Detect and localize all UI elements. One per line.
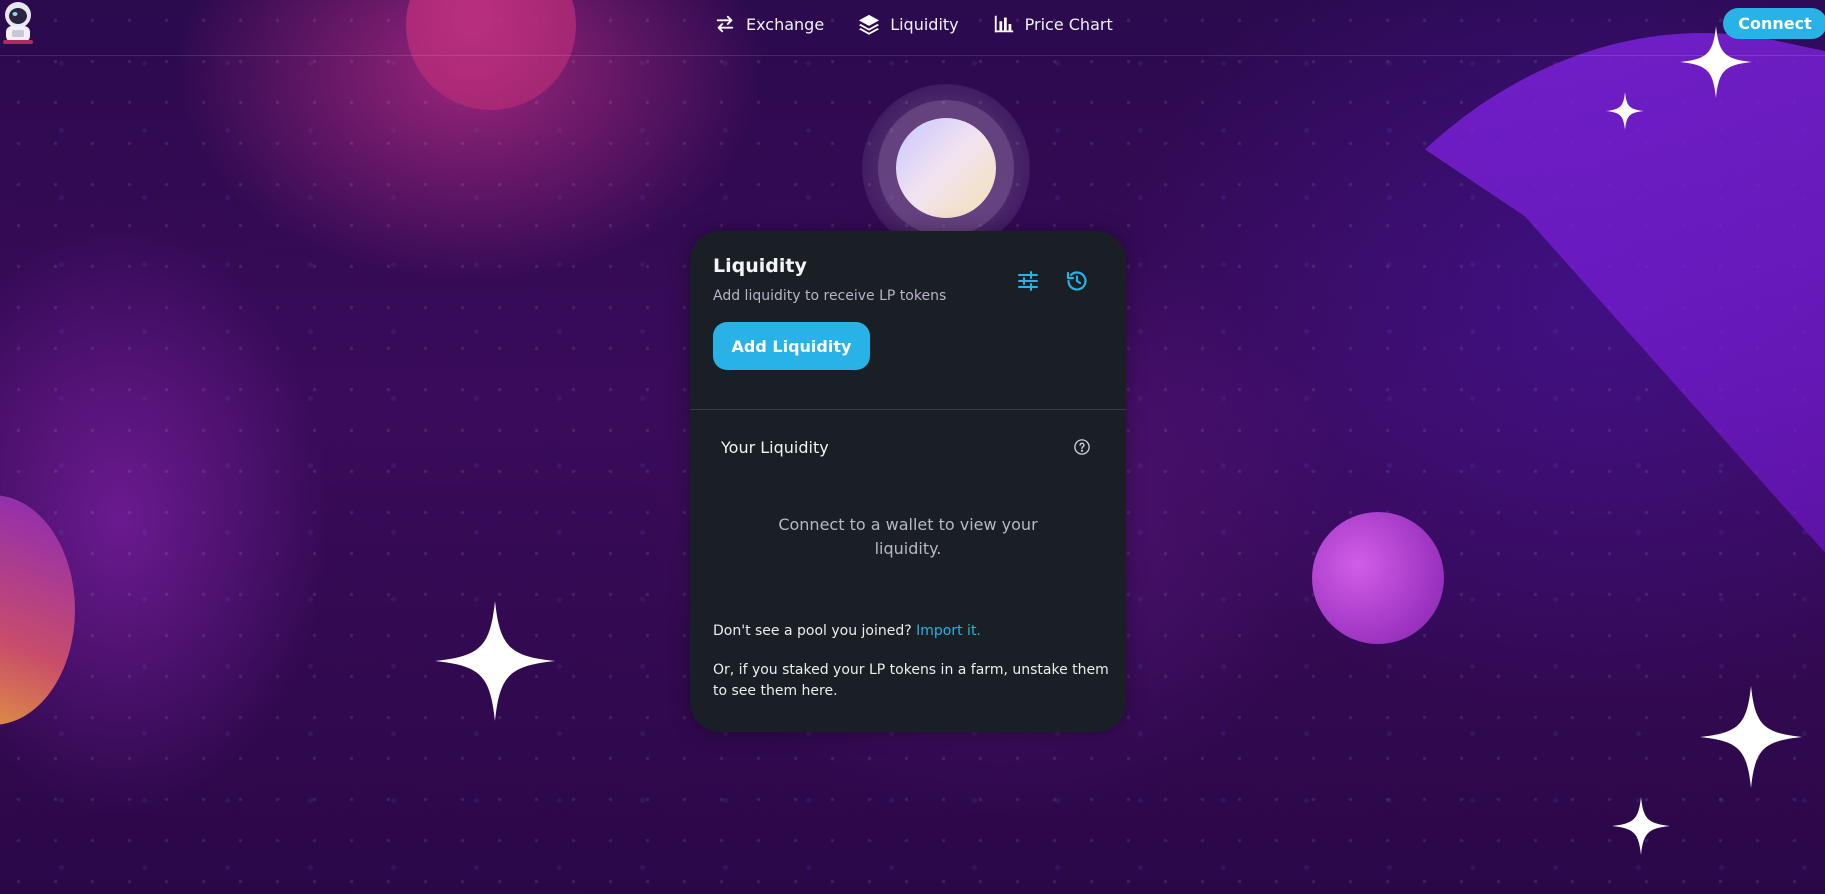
divider [690,409,1126,410]
nav-item-liquidity[interactable]: Liquidity [858,12,959,36]
nav-item-label: Liquidity [890,14,959,34]
question-help-icon[interactable] [1073,438,1091,456]
your-liquidity-heading: Your Liquidity [721,438,829,457]
liquidity-card: Liquidity Add liquidity to receive LP to… [690,231,1126,732]
purple-swoosh-decoration [1249,0,1825,647]
nav-item-price-chart[interactable]: Price Chart [993,12,1113,36]
layers-icon [858,13,880,35]
nav-item-label: Exchange [746,14,825,34]
card-title: Liquidity [713,255,807,277]
connect-wallet-message: Connect to a wallet to view your liquidi… [778,515,1038,558]
missing-pool-question: Don't see a pool you joined? [713,623,912,639]
nav-item-label: Price Chart [1024,14,1113,34]
orange-planet-decoration [0,495,75,725]
history-clock-icon[interactable] [1065,269,1089,293]
bar-chart-icon [993,13,1015,35]
import-pool-link[interactable]: Import it. [916,623,981,639]
violet-planet-decoration [1312,512,1444,644]
add-liquidity-button[interactable]: Add Liquidity [713,322,870,370]
connect-wallet-button[interactable]: Connect [1723,8,1825,39]
settings-sliders-icon[interactable] [1016,269,1040,293]
sparkle-icon [1612,797,1670,855]
card-subtitle: Add liquidity to receive LP tokens [713,288,947,304]
astronaut-logo-icon[interactable] [0,0,36,46]
swap-arrows-icon [714,13,736,35]
main-nav: Exchange Liquidity Price Chart [714,12,1113,36]
top-nav-bar: Exchange Liquidity Price Chart Connect [0,0,1825,56]
staked-lp-message: Or, if you staked your LP tokens in a fa… [713,662,1109,699]
sparkle-icon [1700,686,1802,788]
missing-pool-text: Don't see a pool you joined? Import it. [713,623,981,639]
sparkle-icon [435,601,555,721]
moon-decoration [862,84,1030,252]
sparkle-icon [1606,92,1644,130]
nav-item-exchange[interactable]: Exchange [714,12,824,36]
